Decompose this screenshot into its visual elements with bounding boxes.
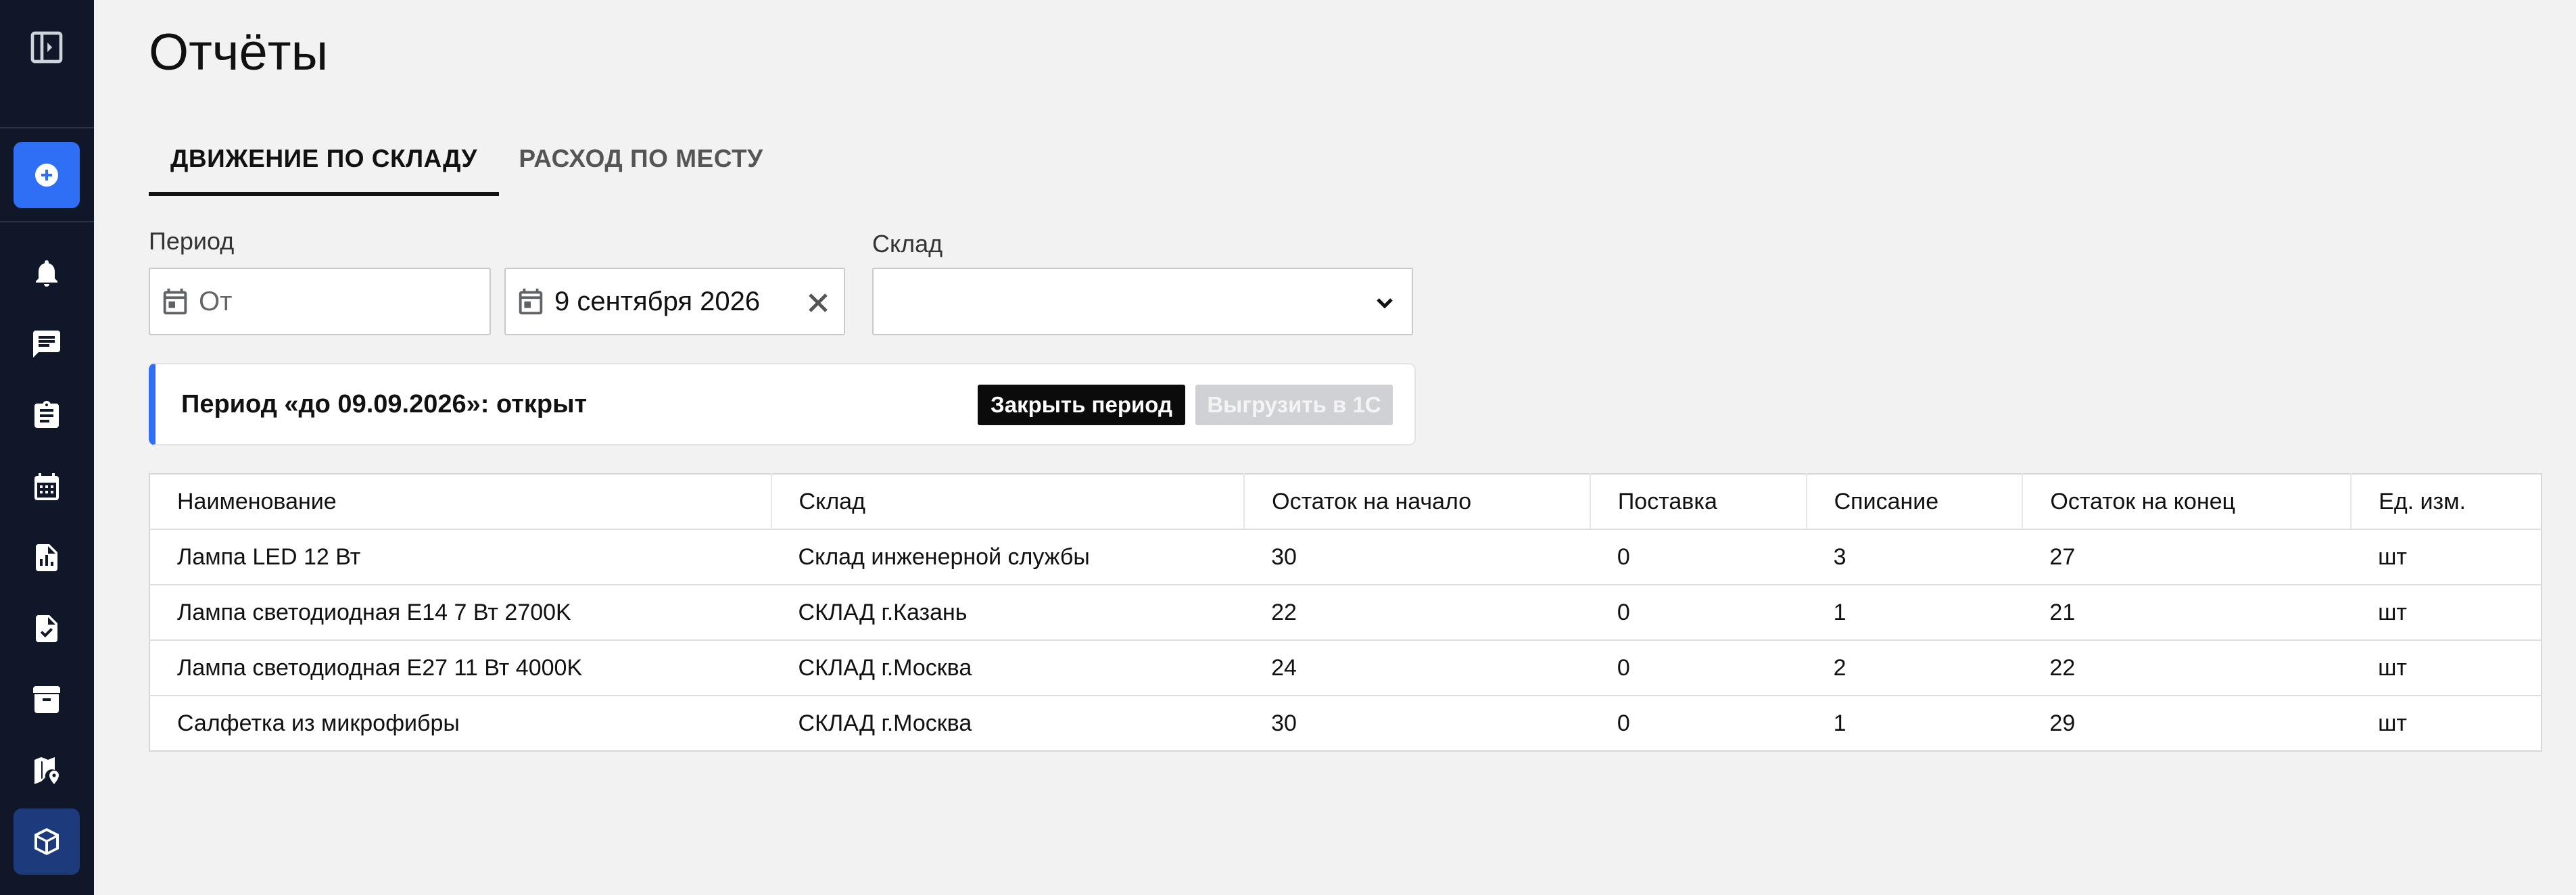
table-row[interactable]: Лампа светодиодная E27 11 Вт 4000K СКЛАД… bbox=[149, 640, 2542, 696]
sidebar-item-notifications[interactable] bbox=[14, 240, 80, 306]
sidebar-item-locations[interactable] bbox=[14, 737, 80, 804]
cell-supply: 0 bbox=[1590, 529, 1807, 585]
warehouse-select[interactable] bbox=[872, 268, 1413, 335]
cell-opening-balance: 24 bbox=[1244, 640, 1590, 696]
column-header[interactable]: Наименование bbox=[149, 474, 772, 530]
cell-opening-balance: 22 bbox=[1244, 585, 1590, 641]
cell-opening-balance: 30 bbox=[1271, 710, 1297, 736]
cell-warehouse: СКЛАД г.Казань bbox=[771, 585, 1245, 641]
sidebar-divider bbox=[0, 127, 94, 128]
date-to-field[interactable]: 9 сентября 2026 bbox=[504, 268, 845, 335]
column-header[interactable]: Склад bbox=[771, 474, 1245, 530]
column-header[interactable]: Списание bbox=[1806, 474, 2024, 530]
stock-movement-table: Наименование Склад Остаток на начало Пос… bbox=[149, 473, 2542, 752]
box-icon bbox=[34, 828, 59, 855]
cell-warehouse: Склад инженерной службы bbox=[771, 529, 1245, 585]
add-button[interactable] bbox=[14, 142, 80, 208]
cell-closing-balance: 21 bbox=[2022, 585, 2352, 641]
period-label: Период bbox=[149, 227, 235, 255]
calendar-icon bbox=[519, 288, 543, 315]
calendar-icon bbox=[34, 473, 59, 500]
sidebar-item-archive[interactable] bbox=[14, 667, 80, 733]
tab-consumption-by-location[interactable]: РАСХОД ПО МЕСТУ bbox=[499, 122, 783, 196]
cell-name: Салфетка из микрофибры bbox=[177, 710, 460, 736]
sidebar-toggle-button[interactable] bbox=[14, 14, 80, 80]
column-header[interactable]: Остаток на начало bbox=[1244, 474, 1591, 530]
sidebar-item-reports[interactable] bbox=[14, 525, 80, 591]
cell-closing-balance: 27 bbox=[2022, 529, 2352, 585]
cell-warehouse: СКЛАД г.Москва bbox=[798, 710, 972, 736]
sidebar-item-tasks[interactable] bbox=[14, 383, 80, 449]
cell-closing-balance: 29 bbox=[2049, 710, 2076, 736]
cell-write-off: 1 bbox=[1833, 710, 1846, 736]
export-1c-button[interactable]: Выгрузить в 1С bbox=[1195, 385, 1393, 425]
report-icon bbox=[36, 544, 57, 571]
close-period-button[interactable]: Закрыть период bbox=[978, 385, 1185, 425]
cell-write-off: 2 bbox=[1806, 640, 2023, 696]
cell-unit: шт bbox=[2351, 640, 2542, 696]
bell-icon bbox=[36, 260, 57, 287]
cell-supply: 0 bbox=[1590, 640, 1807, 696]
clipboard-icon bbox=[34, 401, 59, 428]
cell-unit: шт bbox=[2351, 529, 2542, 585]
column-header[interactable]: Поставка bbox=[1590, 474, 1807, 530]
cell-closing-balance: 22 bbox=[2022, 640, 2352, 696]
archive-icon bbox=[33, 686, 60, 713]
cell-supply: 0 bbox=[1590, 585, 1807, 641]
cell-name: Лампа светодиодная E14 7 Вт 2700K bbox=[149, 585, 771, 641]
page-title: Отчёты bbox=[149, 24, 329, 81]
sidebar bbox=[0, 0, 94, 895]
cell-name: Лампа светодиодная E27 11 Вт 4000K bbox=[149, 640, 771, 696]
sidebar-toggle-icon bbox=[30, 31, 63, 64]
table-row[interactable]: Лампа светодиодная E14 7 Вт 2700K СКЛАД … bbox=[149, 585, 2542, 641]
table-row[interactable]: Лампа LED 12 Вт Склад инженерной службы … bbox=[149, 529, 2542, 585]
date-to-value: 9 сентября 2026 bbox=[554, 286, 761, 316]
cell-warehouse: СКЛАД г.Москва bbox=[771, 640, 1245, 696]
sidebar-item-calendar[interactable] bbox=[14, 454, 80, 520]
column-header[interactable]: Ед. изм. bbox=[2351, 474, 2542, 530]
checklist-icon bbox=[36, 615, 57, 642]
table-row[interactable]: Салфетка из микрофибры СКЛАД г.Москва 30… bbox=[149, 696, 2542, 751]
date-from-placeholder: От bbox=[199, 286, 233, 316]
period-status-text: Период «до 09.09.2026»: открыт bbox=[181, 390, 588, 418]
sidebar-item-warehouse[interactable] bbox=[14, 808, 80, 875]
period-status-banner: Период «до 09.09.2026»: открыт Закрыть п… bbox=[149, 363, 1416, 445]
cell-write-off: 1 bbox=[1806, 585, 2023, 641]
close-icon[interactable] bbox=[802, 287, 834, 319]
warehouse-label: Склад bbox=[872, 230, 943, 258]
sidebar-divider bbox=[0, 221, 94, 222]
table-header-row: Наименование Склад Остаток на начало Пос… bbox=[149, 474, 2542, 530]
add-icon bbox=[35, 164, 58, 187]
chevron-down-icon bbox=[1377, 298, 1393, 309]
cell-supply: 0 bbox=[1617, 710, 1630, 736]
cell-write-off: 3 bbox=[1806, 529, 2023, 585]
cell-unit: шт bbox=[2378, 710, 2407, 736]
sidebar-item-messages[interactable] bbox=[14, 311, 80, 377]
column-header[interactable]: Остаток на конец bbox=[2022, 474, 2352, 530]
calendar-icon bbox=[163, 288, 187, 315]
cell-unit: шт bbox=[2351, 585, 2542, 641]
cell-opening-balance: 30 bbox=[1244, 529, 1590, 585]
date-from-field[interactable]: От bbox=[149, 268, 491, 335]
cell-name: Лампа LED 12 Вт bbox=[149, 529, 771, 585]
chat-icon bbox=[33, 331, 60, 358]
tab-warehouse-movement[interactable]: ДВИЖЕНИЕ ПО СКЛАДУ bbox=[149, 122, 499, 196]
sidebar-item-checklists[interactable] bbox=[14, 596, 80, 662]
map-pin-icon bbox=[34, 757, 59, 784]
